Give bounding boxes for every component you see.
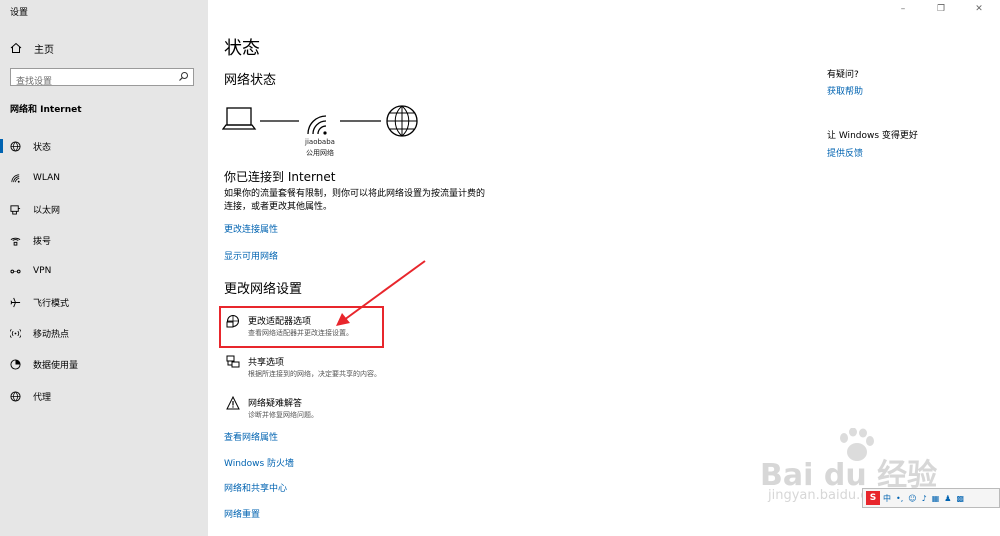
laptop-icon (222, 107, 257, 130)
sidebar-item-label: 飞行模式 (33, 298, 70, 309)
network-diagram (222, 105, 418, 137)
sidebar-item-label: 以太网 (33, 205, 61, 216)
option-desc: 诊断并修复网络问题。 (248, 411, 318, 419)
sidebar-item-label: 状态 (33, 142, 52, 153)
sharing-options-item[interactable]: 共享选项 根据所连接到的网络，决定要共享的内容。 (222, 355, 381, 379)
troubleshoot-item[interactable]: 网络疑难解答 诊断并修复网络问题。 (222, 396, 318, 420)
maximize-button[interactable]: ❐ (934, 4, 948, 14)
show-available-networks-link[interactable]: 显示可用网络 (224, 249, 278, 262)
sidebar-item-status[interactable]: 状态 (0, 132, 208, 160)
view-network-properties-link[interactable]: 查看网络属性 (224, 430, 278, 443)
wifi-router-icon (307, 115, 327, 135)
sidebar-item-proxy[interactable]: 代理 (0, 382, 208, 410)
sidebar-item-hotspot[interactable]: 移动热点 (0, 319, 208, 347)
network-status-heading: 网络状态 (224, 73, 277, 88)
network-type: 公用网络 (306, 149, 334, 157)
feedback-link[interactable]: 提供反馈 (827, 146, 863, 159)
sidebar-section-title: 网络和 Internet (10, 105, 82, 115)
question-heading: 有疑问? (827, 70, 859, 80)
proxy-globe-icon (10, 390, 21, 402)
network-name: jiaobaba (305, 138, 335, 146)
data-usage-icon (10, 358, 21, 370)
sharing-icon (226, 355, 240, 368)
vpn-icon (10, 269, 21, 273)
sidebar-item-label: 拨号 (33, 236, 52, 247)
ime-mode-label[interactable]: 中 (883, 493, 891, 504)
sidebar-item-label: VPN (33, 266, 52, 276)
sidebar-item-data-usage[interactable]: 数据使用量 (0, 350, 208, 378)
annotation-arrow (336, 260, 426, 326)
search-input[interactable] (11, 74, 176, 90)
airplane-icon (10, 297, 21, 307)
sidebar-item-label: 数据使用量 (33, 360, 79, 371)
option-label: 共享选项 (248, 358, 285, 368)
option-label: 网络疑难解答 (248, 399, 303, 409)
warning-icon (226, 396, 240, 410)
sidebar-item-vpn[interactable]: VPN (0, 257, 208, 285)
ime-logo-icon[interactable]: S (866, 491, 880, 505)
sidebar-item-label: 代理 (33, 392, 52, 403)
sidebar-item-airplane[interactable]: 飞行模式 (0, 288, 208, 316)
change-connection-properties-link[interactable]: 更改连接属性 (224, 222, 278, 235)
sidebar-item-ethernet[interactable]: 以太网 (0, 195, 208, 223)
wifi-icon (11, 173, 20, 183)
window-title: 设置 (10, 8, 29, 18)
search-box[interactable] (10, 68, 194, 90)
page-title: 状态 (224, 38, 260, 59)
sidebar-home[interactable]: 主页 (10, 40, 54, 56)
home-icon (10, 42, 22, 53)
sidebar-item-dialup[interactable]: 拨号 (0, 226, 208, 254)
hotspot-icon (10, 328, 21, 338)
close-button[interactable]: ✕ (972, 4, 986, 14)
get-help-link[interactable]: 获取帮助 (827, 84, 863, 97)
sidebar: 设置 主页 网络和 Internet 状态 WLAN 以太网 拨号 VPN 飞行… (0, 0, 208, 536)
sidebar-item-label: 移动热点 (33, 329, 70, 340)
option-desc: 根据所连接到的网络，决定要共享的内容。 (248, 370, 381, 378)
connected-desc-line2: 连接，或者更改其他属性。 (224, 202, 333, 212)
network-sharing-center-link[interactable]: 网络和共享中心 (224, 481, 287, 494)
emoji-icon[interactable]: ☺ (908, 494, 916, 503)
improve-heading: 让 Windows 变得更好 (827, 131, 918, 141)
keyboard-icon[interactable]: ▦ (932, 494, 940, 503)
home-label: 主页 (34, 44, 54, 56)
microphone-icon[interactable]: ♪ (922, 494, 927, 503)
status-globe-icon (10, 140, 21, 152)
sidebar-item-wlan[interactable]: WLAN (0, 164, 208, 192)
search-icon[interactable] (178, 71, 189, 82)
dialup-icon (10, 237, 21, 246)
ethernet-icon (10, 204, 21, 215)
minimize-button[interactable]: – (896, 4, 910, 14)
toolbox-icon[interactable]: ▩ (956, 494, 964, 503)
punctuation-icon[interactable]: •, (896, 494, 903, 503)
sidebar-item-label: WLAN (33, 173, 61, 183)
window-controls: – ❐ ✕ (896, 4, 986, 14)
connected-heading: 你已连接到 Internet (224, 170, 336, 184)
ime-toolbar[interactable]: S 中 •, ☺ ♪ ▦ ♟ ▩ (862, 488, 1000, 508)
skin-icon[interactable]: ♟ (944, 494, 951, 503)
connected-desc-line1: 如果你的流量套餐有限制，则你可以将此网络设置为按流量计费的 (224, 189, 486, 199)
change-settings-heading: 更改网络设置 (224, 282, 303, 297)
network-reset-link[interactable]: 网络重置 (224, 507, 260, 520)
internet-globe-icon (386, 105, 418, 137)
windows-firewall-link[interactable]: Windows 防火墙 (224, 456, 294, 469)
